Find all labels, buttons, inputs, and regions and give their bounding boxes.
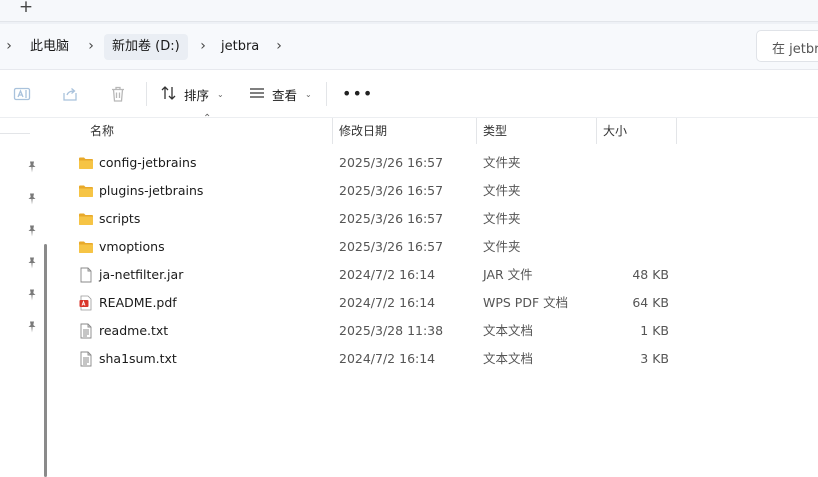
folder-icon [78,211,94,227]
file-row[interactable]: ja-netfilter.jar 2024/7/2 16:14 JAR 文件 48 K… [58,261,758,289]
breadcrumb-jetbra[interactable]: jetbra [213,34,267,60]
file-name: plugins-jetbrains [99,183,204,198]
text-file-icon [78,351,94,367]
file-type: WPS PDF 文档 [483,295,569,310]
chevron-right-icon[interactable]: › [196,37,210,55]
active-tab[interactable] [0,0,818,22]
file-type: 文件夹 [483,211,521,226]
chevron-down-icon: ⌄ [305,89,312,99]
tab-strip: + [0,0,818,24]
file-name: scripts [99,211,141,226]
chevron-right-icon[interactable]: › [84,37,98,55]
sort-button[interactable]: 排序 ⌄ [160,82,224,106]
text-file-icon [78,323,94,339]
pdf-icon [78,295,94,311]
command-bar: 排序 ⌄ 查看 ⌄ [0,70,818,118]
column-divider[interactable] [596,118,597,144]
file-row[interactable]: scripts 2025/3/26 16:57 文件夹 [58,205,758,233]
search-input[interactable]: 在 jetbra [756,30,818,62]
folder-icon [78,155,94,171]
column-header-date[interactable]: 修改日期 [339,118,387,144]
file-date: 2025/3/26 16:57 [339,211,444,226]
file-size [589,177,669,205]
folder-icon [78,239,94,255]
file-name: config-jetbrains [99,155,197,170]
rename-icon[interactable] [12,84,32,104]
file-name: readme.txt [99,323,169,338]
file-type: JAR 文件 [483,267,533,282]
file-date: 2024/7/2 16:14 [339,267,436,282]
pin-icon[interactable] [25,320,39,334]
file-row[interactable]: readme.txt 2025/3/28 11:38 文本文档 1 KB [58,317,758,345]
more-options-button[interactable]: ••• [342,84,373,103]
folder-icon [78,183,94,199]
pin-icon[interactable] [25,256,39,270]
file-type: 文本文档 [483,351,534,366]
file-date: 2025/3/26 16:57 [339,183,444,198]
view-label: 查看 [272,87,298,103]
toolbar-divider [326,82,327,106]
view-button[interactable]: 查看 ⌄ [248,82,312,106]
file-name: ja-netfilter.jar [99,267,184,282]
view-icon [248,84,266,105]
file-row[interactable]: sha1sum.txt 2024/7/2 16:14 文本文档 3 KB [58,345,758,373]
file-type: 文件夹 [483,183,521,198]
address-bar[interactable]: › 此电脑 › 新加卷 (D:) › jetbra › 在 jetbra [0,24,818,70]
search-placeholder: 在 jetbra [772,42,818,57]
new-tab-button[interactable]: + [16,0,36,17]
file-row[interactable]: config-jetbrains 2025/3/26 16:57 文件夹 [58,149,758,177]
column-header-name[interactable]: 名称 [90,118,114,144]
column-header-size[interactable]: 大小 [603,118,627,144]
sort-ascending-icon: ⌃ [203,113,212,124]
column-divider[interactable] [676,118,677,144]
nav-scrollbar[interactable] [44,244,47,477]
chevron-down-icon: ⌄ [217,89,224,99]
file-size [589,233,669,261]
file-size: 3 KB [640,351,669,366]
file-size: 1 KB [640,323,669,338]
sort-icon [160,84,178,105]
file-type: 文件夹 [483,239,521,254]
pin-icon[interactable] [25,192,39,206]
file-date: 2024/7/2 16:14 [339,351,436,366]
pin-icon[interactable] [25,288,39,302]
toolbar-divider [146,82,147,106]
file-size [589,205,669,233]
file-row[interactable]: vmoptions 2025/3/26 16:57 文件夹 [58,233,758,261]
file-size: 64 KB [632,295,669,310]
file-date: 2025/3/26 16:57 [339,239,444,254]
breadcrumb-drive-d[interactable]: 新加卷 (D:) [104,34,188,60]
file-size [589,149,669,177]
share-icon[interactable] [60,84,80,104]
sort-label: 排序 [184,87,210,103]
file-name: vmoptions [99,239,165,254]
pin-icon[interactable] [25,160,39,174]
file-row[interactable]: README.pdf 2024/7/2 16:14 WPS PDF 文档 64 KB [58,289,758,317]
chevron-right-icon[interactable]: › [272,37,286,55]
file-name: sha1sum.txt [99,351,177,366]
file-icon [78,267,94,283]
pin-icon[interactable] [25,224,39,238]
column-divider[interactable] [476,118,477,144]
file-row[interactable]: plugins-jetbrains 2025/3/26 16:57 文件夹 [58,177,758,205]
breadcrumb-this-pc[interactable]: 此电脑 [22,34,77,60]
chevron-right-icon[interactable]: › [2,37,16,55]
file-type: 文件夹 [483,155,521,170]
file-name: README.pdf [99,295,177,310]
file-type: 文本文档 [483,323,534,338]
column-divider[interactable] [332,118,333,144]
file-date: 2025/3/26 16:57 [339,155,444,170]
file-date: 2024/7/2 16:14 [339,295,436,310]
column-header-type[interactable]: 类型 [483,118,507,144]
file-size: 48 KB [632,267,669,282]
nav-divider [0,133,30,134]
file-date: 2025/3/28 11:38 [339,323,444,338]
delete-icon[interactable] [108,84,128,104]
